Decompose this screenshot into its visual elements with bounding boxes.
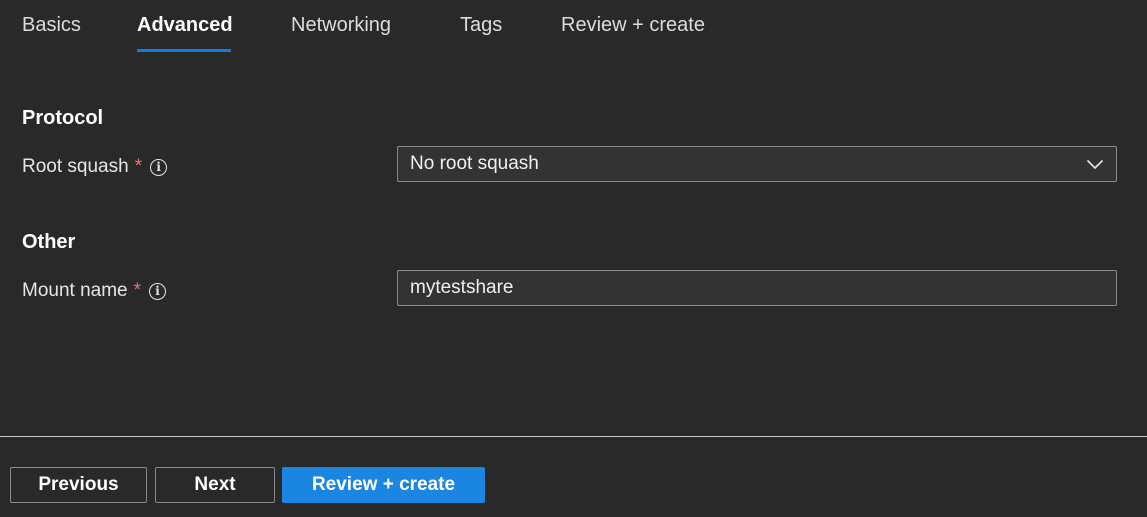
root-squash-dropdown[interactable]: No root squash (397, 146, 1117, 182)
review-create-button[interactable]: Review + create (282, 467, 485, 503)
tab-networking[interactable]: Networking (291, 14, 391, 37)
previous-button[interactable]: Previous (10, 467, 147, 503)
mount-name-value: mytestshare (410, 277, 514, 298)
required-indicator: * (133, 280, 142, 301)
tab-tags[interactable]: Tags (460, 14, 502, 37)
tab-advanced[interactable]: Advanced (137, 14, 233, 37)
section-title-protocol: Protocol (22, 107, 104, 129)
active-tab-indicator (137, 49, 231, 52)
root-squash-label: Root squash * i (22, 156, 168, 178)
footer-divider (0, 436, 1147, 437)
info-icon[interactable]: i (149, 282, 167, 300)
required-indicator: * (134, 156, 143, 177)
root-squash-label-text: Root squash (22, 156, 129, 177)
mount-name-label: Mount name * i (22, 280, 167, 302)
next-button[interactable]: Next (155, 467, 275, 503)
root-squash-selected-value: No root squash (410, 153, 539, 174)
tab-bar: Basics Advanced Networking Tags Review +… (0, 0, 1147, 56)
mount-name-input[interactable]: mytestshare (397, 270, 1117, 306)
info-icon[interactable]: i (150, 158, 168, 176)
tab-basics[interactable]: Basics (22, 14, 81, 37)
tab-review-create[interactable]: Review + create (561, 14, 705, 37)
mount-name-label-text: Mount name (22, 280, 128, 301)
chevron-down-icon (1086, 159, 1104, 170)
section-title-other: Other (22, 231, 76, 253)
